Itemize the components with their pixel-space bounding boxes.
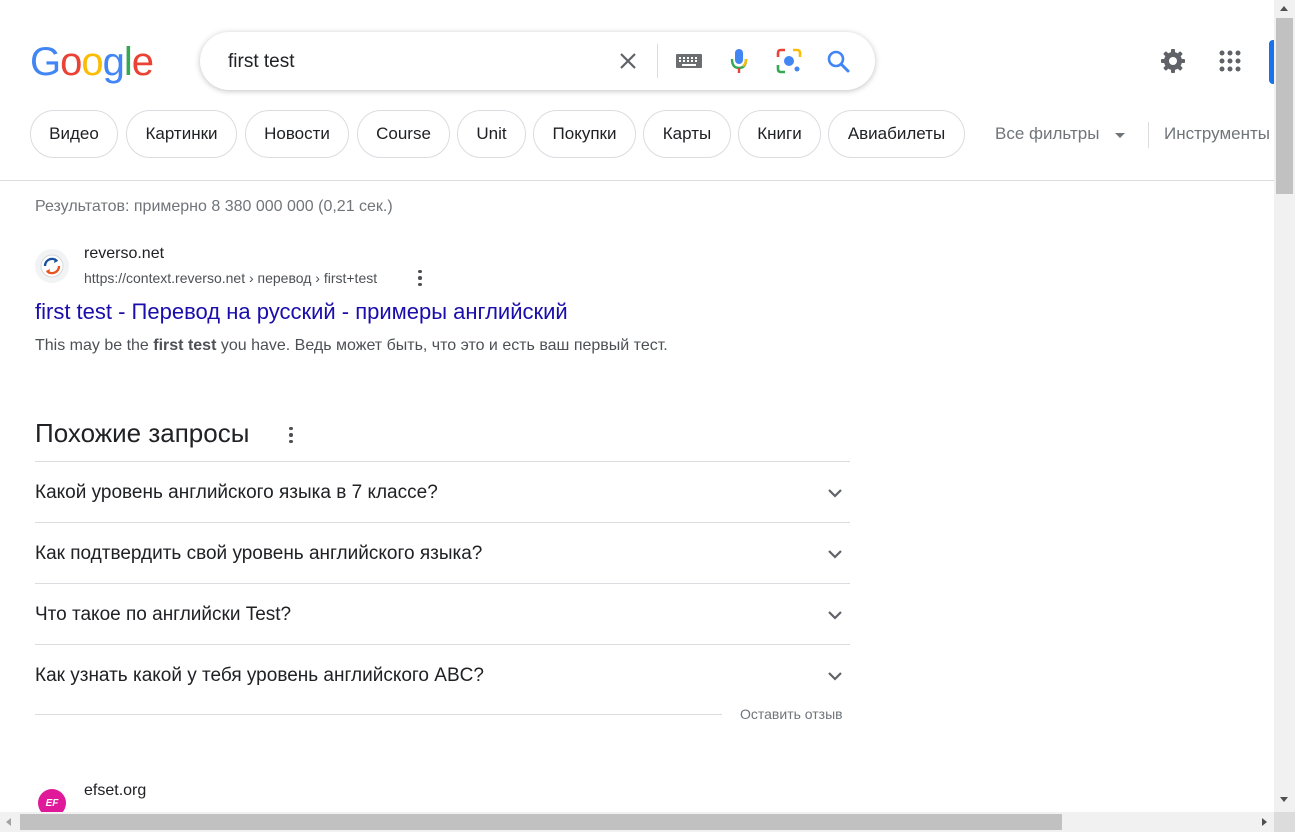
tools-divider	[1148, 122, 1149, 148]
chip-unit[interactable]: Unit	[457, 110, 526, 158]
result-snippet: This may be the first test you have. Вед…	[35, 337, 668, 355]
chip-maps[interactable]: Карты	[643, 110, 731, 158]
result-stats: Результатов: примерно 8 380 000 000 (0,2…	[35, 198, 393, 215]
chevron-down-icon	[828, 489, 842, 498]
chip-books[interactable]: Книги	[738, 110, 821, 158]
scrollbar-corner	[1274, 812, 1295, 832]
result-site-name[interactable]: reverso.net	[84, 245, 164, 263]
logo-letter: e	[131, 40, 154, 84]
chevron-down-icon	[828, 611, 842, 620]
scroll-right-arrow-icon[interactable]	[1262, 818, 1267, 826]
reverso-favicon[interactable]	[35, 249, 69, 283]
caret-down-icon	[1115, 133, 1125, 138]
horizontal-scrollbar[interactable]	[0, 812, 1274, 832]
result-site-name[interactable]: efset.org	[84, 782, 146, 800]
logo-letter: o	[81, 40, 103, 84]
result-url[interactable]: https://context.reverso.net › перевод › …	[84, 270, 377, 286]
mic-icon[interactable]	[725, 47, 753, 75]
all-filters-button[interactable]: Все фильтры	[995, 124, 1099, 144]
chevron-down-icon	[828, 672, 842, 681]
chip-shopping[interactable]: Покупки	[533, 110, 636, 158]
related-questions-heading: Похожие запросы	[35, 418, 250, 448]
scroll-left-arrow-icon[interactable]	[6, 818, 11, 826]
feedback-link[interactable]: Оставить отзыв	[740, 706, 843, 722]
question-text: Как узнать какой у тебя уровень английск…	[35, 665, 484, 686]
related-question-item[interactable]: Как подтвердить свой уровень английского…	[35, 523, 850, 583]
snippet-text: This may be the	[35, 337, 154, 354]
all-filters-label: Все фильтры	[995, 124, 1100, 143]
chevron-down-icon	[828, 550, 842, 559]
question-text: Какой уровень английского языка в 7 клас…	[35, 482, 438, 503]
scrollbar-thumb[interactable]	[1276, 18, 1293, 194]
logo-letter: G	[30, 40, 61, 84]
scroll-up-arrow-icon[interactable]	[1280, 6, 1288, 11]
camera-lens-icon[interactable]	[775, 47, 803, 75]
chip-images[interactable]: Картинки	[126, 110, 237, 158]
gear-icon[interactable]	[1156, 44, 1190, 78]
question-text: Как подтвердить свой уровень английского…	[35, 543, 483, 564]
result-title-link[interactable]: first test - Перевод на русский - пример…	[35, 299, 568, 325]
apps-grid-icon[interactable]	[1213, 44, 1247, 78]
close-icon[interactable]	[614, 47, 642, 75]
more-options-icon[interactable]	[283, 425, 299, 445]
chip-news[interactable]: Новости	[245, 110, 349, 158]
header-divider	[0, 180, 1274, 181]
chip-course[interactable]: Course	[357, 110, 450, 158]
search-box	[200, 32, 875, 90]
related-question-item[interactable]: Какой уровень английского языка в 7 клас…	[35, 462, 850, 522]
snippet-text: you have. Ведь может быть, что это и ест…	[216, 337, 668, 354]
question-text: Что такое по английски Test?	[35, 604, 292, 625]
search-divider	[657, 44, 658, 78]
logo-letter: g	[102, 40, 125, 84]
tools-button[interactable]: Инструменты	[1164, 124, 1270, 144]
more-options-icon[interactable]	[412, 268, 428, 288]
vertical-scrollbar[interactable]	[1274, 0, 1295, 812]
related-question-item[interactable]: Как узнать какой у тебя уровень английск…	[35, 645, 850, 705]
scroll-down-arrow-icon[interactable]	[1280, 797, 1288, 802]
logo-letter: l	[123, 40, 133, 84]
chip-video[interactable]: Видео	[30, 110, 118, 158]
search-icon[interactable]	[824, 47, 852, 75]
chip-flights[interactable]: Авиабилеты	[828, 110, 965, 158]
divider	[35, 714, 722, 715]
logo-letter: o	[60, 40, 82, 84]
search-input[interactable]	[226, 50, 590, 74]
keyboard-icon[interactable]	[675, 47, 703, 75]
snippet-highlight: first test	[153, 337, 217, 354]
related-question-item[interactable]: Что такое по английски Test?	[35, 584, 850, 644]
scrollbar-thumb[interactable]	[20, 814, 1062, 830]
google-logo[interactable]: Google	[30, 40, 154, 84]
